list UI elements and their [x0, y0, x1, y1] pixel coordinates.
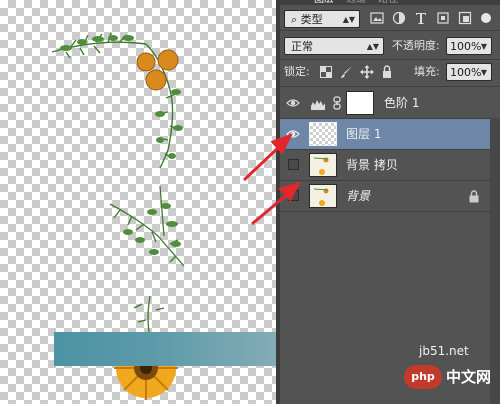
- type-filter-icon[interactable]: [414, 11, 428, 25]
- chevron-down-icon: ▼: [480, 42, 487, 51]
- layer-name: 背景 拷贝: [346, 158, 398, 172]
- shape-filter-icon[interactable]: [436, 11, 450, 25]
- layer-row-selected[interactable]: 图层 1: [280, 119, 490, 150]
- blend-mode-select[interactable]: 正常 ▲▼: [284, 37, 384, 55]
- filter-kind-select[interactable]: ⌕ 类型 ▲▼: [284, 10, 360, 28]
- opacity-value: 100%: [450, 40, 482, 53]
- logo-watermark: php 中文网: [404, 361, 500, 404]
- layer-name: 背景: [346, 189, 371, 203]
- separator: [280, 86, 500, 87]
- fill-field[interactable]: 100% ▼: [446, 63, 492, 81]
- eye-icon[interactable]: [286, 96, 300, 110]
- opacity-field[interactable]: 100% ▼: [446, 37, 492, 55]
- layer-thumbnail[interactable]: [309, 153, 337, 177]
- levels-adjustment-icon: [311, 100, 325, 110]
- layer-row[interactable]: 背景: [280, 181, 490, 212]
- logo-text: 中文网: [446, 368, 492, 386]
- layer-row[interactable]: 色阶 1: [280, 88, 490, 119]
- lock-brush-icon[interactable]: [340, 65, 354, 79]
- document-canvas[interactable]: [0, 0, 276, 404]
- opacity-label: 不透明度:: [392, 39, 440, 52]
- thumbnail-image: [313, 157, 329, 175]
- layer-mask-thumbnail[interactable]: [346, 91, 374, 115]
- filter-row: ⌕ 类型 ▲▼: [280, 0, 500, 30]
- fill-label: 填充:: [414, 65, 440, 78]
- image-filter-icon[interactable]: [370, 11, 384, 25]
- lock-row: 锁定: 填充: 100% ▼: [280, 60, 500, 86]
- fill-value: 100%: [450, 66, 482, 79]
- layer-name: 色阶 1: [384, 96, 420, 110]
- lock-move-icon[interactable]: [360, 65, 374, 79]
- thumbnail-image: [313, 188, 329, 206]
- chevron-down-icon: ▼: [480, 68, 487, 77]
- eye-icon[interactable]: [286, 127, 300, 141]
- link-icon[interactable]: [332, 96, 342, 110]
- lock-transparent-icon[interactable]: [320, 66, 332, 78]
- layer-thumbnail[interactable]: [309, 122, 337, 146]
- layer-name: 图层 1: [346, 127, 382, 141]
- search-icon: ⌕: [291, 13, 298, 26]
- gradient-band: [54, 332, 276, 366]
- layer-row[interactable]: 背景 拷贝: [280, 150, 490, 181]
- visibility-toggle[interactable]: [288, 159, 299, 170]
- visibility-toggle[interactable]: [288, 190, 299, 201]
- chevron-down-icon: ▲▼: [342, 15, 355, 24]
- site-watermark: jb51.net: [419, 344, 469, 358]
- smart-object-filter-icon[interactable]: [458, 11, 472, 25]
- filter-kind-label: 类型: [300, 13, 323, 26]
- blend-mode-value: 正常: [291, 40, 313, 53]
- filter-toggle-icon[interactable]: [480, 12, 492, 24]
- layer-thumbnail[interactable]: [309, 184, 337, 208]
- chevron-down-icon: ▲▼: [366, 42, 379, 51]
- lock-label: 锁定:: [284, 65, 310, 78]
- lock-icon: [469, 190, 479, 203]
- lock-all-icon[interactable]: [380, 65, 394, 79]
- blend-row: 正常 ▲▼ 不透明度: 100% ▼: [280, 31, 500, 59]
- php-logo: php: [404, 365, 442, 389]
- adjustment-filter-icon[interactable]: [392, 11, 406, 25]
